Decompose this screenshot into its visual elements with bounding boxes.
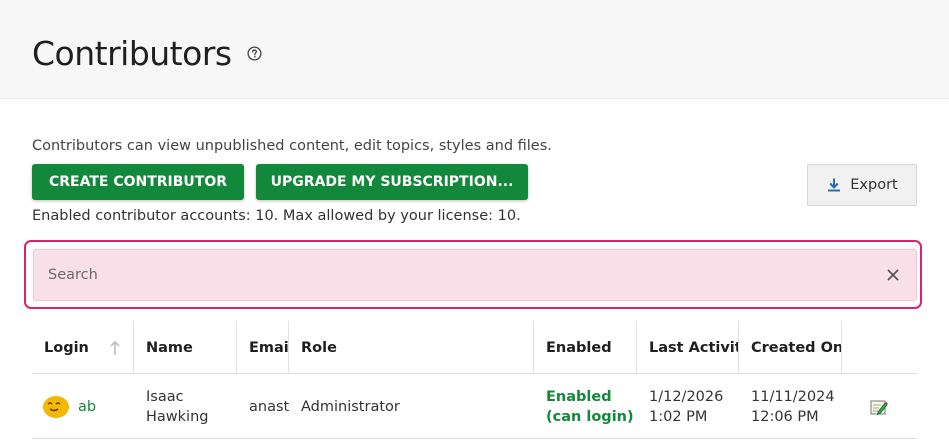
status-badge: Enabled (can login) xyxy=(546,388,634,425)
column-header-enabled[interactable]: Enabled xyxy=(534,321,637,374)
column-header-role[interactable]: Role xyxy=(289,321,534,374)
cell-role: Administrator xyxy=(301,398,400,415)
table-row[interactable]: ab Isaac Hawking anast Administrator Ena… xyxy=(32,374,917,439)
clear-search-button[interactable] xyxy=(884,266,902,284)
edit-icon[interactable] xyxy=(869,397,889,417)
column-header-name[interactable]: Name xyxy=(134,321,237,374)
cell-name: Isaac Hawking xyxy=(146,388,209,425)
create-contributor-button[interactable]: CREATE CONTRIBUTOR xyxy=(32,164,244,200)
cell-last-activity: 1/12/2026 1:02 PM xyxy=(649,388,724,425)
page-header: Contributors xyxy=(0,0,949,99)
cell-actions xyxy=(842,374,917,439)
column-header-email[interactable]: Email xyxy=(237,321,289,374)
close-icon xyxy=(887,269,899,281)
table-header: Login Name Email Role Enabled Last Activ… xyxy=(32,321,917,374)
avatar xyxy=(43,395,69,418)
license-info: Enabled contributor accounts: 10. Max al… xyxy=(32,208,521,224)
column-header-created-on[interactable]: Created On xyxy=(739,321,842,374)
sort-ascending-icon[interactable] xyxy=(109,340,121,356)
export-button[interactable]: Export xyxy=(807,164,917,206)
export-label: Export xyxy=(850,177,898,193)
page-title: Contributors xyxy=(32,34,232,73)
cell-enabled: Enabled (can login) xyxy=(534,374,637,439)
upgrade-subscription-button[interactable]: UPGRADE MY SUBSCRIPTION... xyxy=(256,164,528,200)
search-input[interactable] xyxy=(48,257,868,293)
page-description: Contributors can view unpublished conten… xyxy=(32,138,552,154)
column-header-login[interactable]: Login xyxy=(32,321,134,374)
cell-created-on: 11/11/2024 12:06 PM xyxy=(751,388,835,425)
column-header-last-activity[interactable]: Last Activity xyxy=(637,321,739,374)
login-link[interactable]: ab xyxy=(78,397,96,417)
cell-login: ab xyxy=(32,374,134,439)
help-icon[interactable] xyxy=(247,46,262,61)
download-icon xyxy=(828,178,841,192)
column-header-actions xyxy=(842,321,917,374)
cell-email: anast xyxy=(249,398,289,415)
